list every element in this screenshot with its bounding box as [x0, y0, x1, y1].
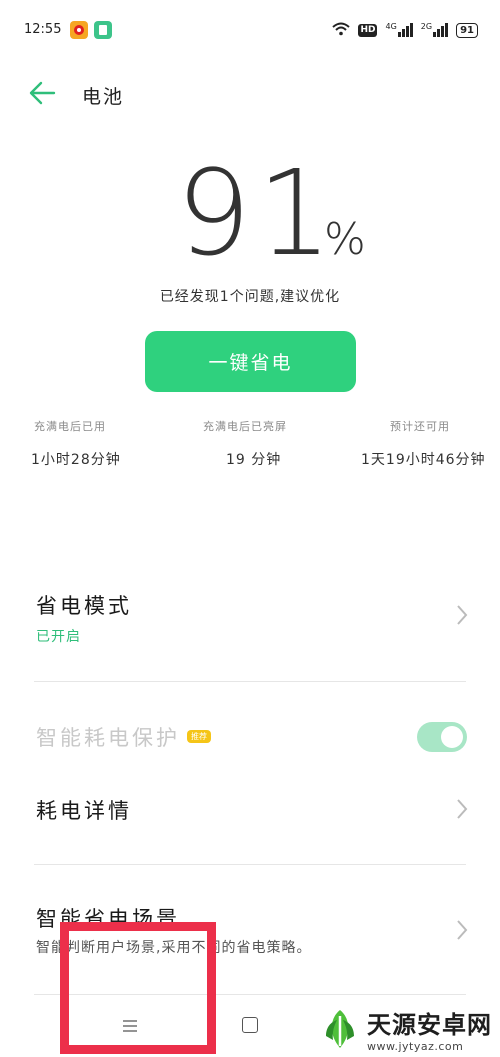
optimization-hint[interactable]: 已经发现1个问题,建议优化	[0, 286, 500, 306]
weibo-app-icon	[70, 21, 88, 39]
watermark-logo-icon	[317, 1006, 363, 1052]
notification-app-icon	[94, 21, 112, 39]
signal-2g-icon: 2G	[421, 23, 449, 37]
power-saving-mode-title: 省电模式	[36, 594, 132, 618]
watermark-url: www.jytyaz.com	[367, 1040, 464, 1053]
status-time: 12:55	[24, 22, 62, 37]
back-arrow-icon[interactable]	[28, 80, 58, 106]
page-title: 电池	[82, 86, 125, 108]
power-saving-mode-row[interactable]: 省电模式 已开启	[0, 580, 500, 660]
chevron-right-icon	[456, 798, 468, 820]
stat-label-screen-on: 充满电后已亮屏	[203, 420, 287, 433]
highlight-box	[60, 922, 216, 1054]
watermark-text: 天源安卓网 www.jytyaz.com	[367, 1005, 492, 1053]
home-nav-icon[interactable]	[242, 1017, 258, 1033]
status-indicators: HD 4G 2G 91	[332, 20, 478, 40]
smart-protection-title: 智能耗电保护	[36, 726, 180, 750]
stat-value-used: 1小时28分钟	[31, 452, 121, 468]
toggle-knob	[441, 726, 463, 748]
chevron-right-icon	[456, 604, 468, 626]
divider	[34, 864, 466, 865]
watermark: 天源安卓网 www.jytyaz.com	[317, 1005, 492, 1053]
smart-protection-toggle[interactable]	[417, 722, 467, 752]
power-saving-mode-status: 已开启	[36, 629, 81, 645]
hd-badge: HD	[358, 23, 378, 37]
signal-4g-icon: 4G	[385, 23, 413, 37]
battery-status-icon: 91	[456, 22, 478, 38]
percent-sign: %	[324, 214, 366, 265]
stat-value-screen-on: 19 分钟	[226, 452, 282, 468]
chevron-right-icon	[456, 919, 468, 941]
power-details-title: 耗电详情	[36, 799, 132, 823]
stat-value-remaining: 1天19小时46分钟	[361, 452, 486, 468]
divider	[34, 681, 466, 682]
watermark-title: 天源安卓网	[367, 1011, 492, 1039]
battery-percentage: 91	[176, 144, 339, 282]
stat-label-used: 充满电后已用	[34, 420, 106, 433]
wifi-icon	[332, 22, 351, 39]
one-tap-save-button[interactable]: 一键省电	[145, 331, 356, 392]
stat-label-remaining: 预计还可用	[390, 420, 450, 433]
recommended-tag: 推荐	[187, 730, 211, 743]
power-details-row[interactable]: 耗电详情	[0, 785, 500, 835]
